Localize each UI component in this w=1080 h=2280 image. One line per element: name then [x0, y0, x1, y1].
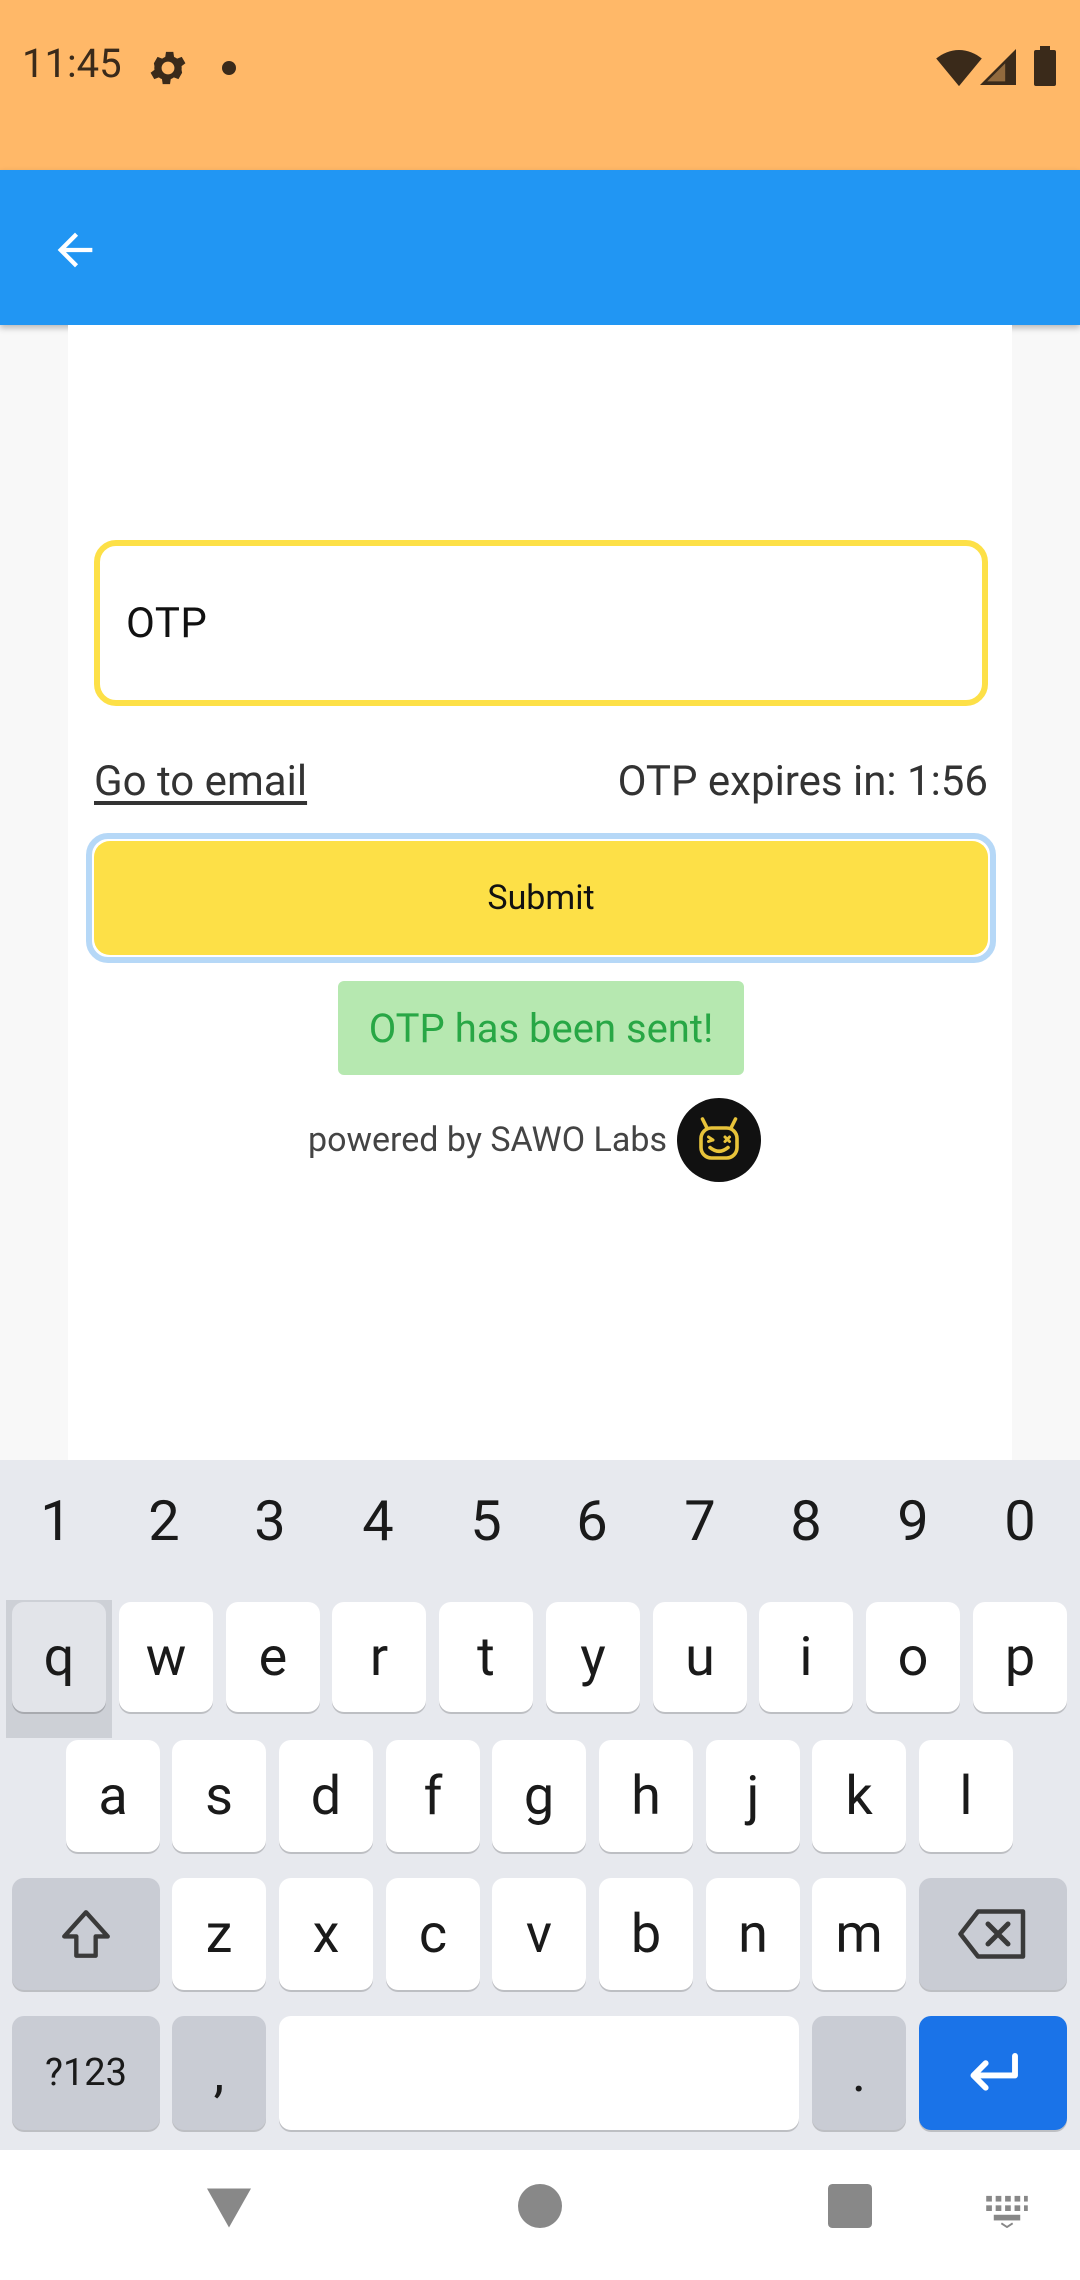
- otp-input-value: OTP: [126, 598, 208, 648]
- key-u[interactable]: u: [653, 1602, 747, 1712]
- shift-key[interactable]: [12, 1878, 160, 1990]
- submit-button-label: Submit: [487, 878, 595, 918]
- key-6[interactable]: 6: [542, 1488, 642, 1554]
- key-3[interactable]: 3: [220, 1488, 320, 1554]
- sawo-logo-icon: [677, 1098, 761, 1182]
- otp-expiry-timer: OTP expires in: 1:56: [617, 757, 988, 806]
- arrow-back-icon: [57, 232, 93, 268]
- key-z[interactable]: z: [172, 1878, 266, 1990]
- enter-arrow-icon: [970, 2052, 1018, 2091]
- key-i[interactable]: i: [759, 1602, 853, 1712]
- go-to-email-link[interactable]: Go to email: [94, 757, 307, 806]
- home-circle-icon[interactable]: [518, 2184, 562, 2228]
- wifi-icon: [936, 50, 982, 87]
- key-c[interactable]: c: [386, 1878, 480, 1990]
- key-a[interactable]: a: [66, 1740, 160, 1852]
- key-r[interactable]: r: [332, 1602, 426, 1712]
- recents-square-icon[interactable]: [828, 2184, 872, 2228]
- signal-icon: [980, 49, 1016, 85]
- key-h[interactable]: h: [599, 1740, 693, 1852]
- status-time: 11:45: [22, 40, 122, 87]
- powered-by-text: powered by SAWO Labs: [308, 1120, 667, 1160]
- otp-sent-toast: OTP has been sent!: [338, 981, 744, 1075]
- key-f[interactable]: f: [386, 1740, 480, 1852]
- key-2[interactable]: 2: [114, 1488, 214, 1554]
- keyboard-icon[interactable]: [984, 2194, 1030, 2228]
- key-t[interactable]: t: [439, 1602, 533, 1712]
- keyboard-number-row: 1 2 3 4 5 6 7 8 9 0: [0, 1460, 1080, 1592]
- key-b[interactable]: b: [599, 1878, 693, 1990]
- key-p[interactable]: p: [973, 1602, 1067, 1712]
- notification-dot-icon: [222, 61, 236, 75]
- comma-key[interactable]: ,: [172, 2016, 266, 2130]
- submit-button[interactable]: Submit: [94, 841, 988, 955]
- settings-icon: [150, 51, 186, 85]
- key-e[interactable]: e: [226, 1602, 320, 1712]
- key-m[interactable]: m: [812, 1878, 906, 1990]
- powered-by-row: powered by SAWO Labs: [308, 1095, 761, 1185]
- space-key[interactable]: [279, 2016, 799, 2130]
- key-l[interactable]: l: [919, 1740, 1013, 1852]
- back-button[interactable]: [40, 215, 110, 285]
- key-s[interactable]: s: [172, 1740, 266, 1852]
- key-n[interactable]: n: [706, 1878, 800, 1990]
- enter-key[interactable]: [919, 2016, 1067, 2130]
- key-x[interactable]: x: [279, 1878, 373, 1990]
- key-g[interactable]: g: [492, 1740, 586, 1852]
- key-5[interactable]: 5: [436, 1488, 536, 1554]
- backspace-icon: [958, 1909, 1026, 1959]
- key-8[interactable]: 8: [756, 1488, 856, 1554]
- symbols-key[interactable]: ?123: [12, 2016, 160, 2130]
- key-j[interactable]: j: [706, 1740, 800, 1852]
- key-4[interactable]: 4: [328, 1488, 428, 1554]
- key-y[interactable]: y: [546, 1602, 640, 1712]
- key-9[interactable]: 9: [863, 1488, 963, 1554]
- key-7[interactable]: 7: [650, 1488, 750, 1554]
- key-d[interactable]: d: [279, 1740, 373, 1852]
- period-key[interactable]: .: [812, 2016, 906, 2130]
- key-k[interactable]: k: [812, 1740, 906, 1852]
- status-bar: 11:45: [0, 0, 1080, 170]
- battery-icon: [1034, 46, 1056, 86]
- toast-text: OTP has been sent!: [368, 1004, 714, 1052]
- app-bar: [0, 170, 1080, 325]
- shift-arrow-icon: [62, 1910, 110, 1958]
- key-1[interactable]: 1: [6, 1488, 106, 1554]
- key-w[interactable]: w: [119, 1602, 213, 1712]
- key-q[interactable]: q: [12, 1602, 106, 1712]
- otp-input[interactable]: OTP: [94, 540, 988, 706]
- system-nav-bar: [0, 2150, 1080, 2280]
- key-o[interactable]: o: [866, 1602, 960, 1712]
- soft-keyboard: 1 2 3 4 5 6 7 8 9 0 q w e r t y u i o p …: [0, 1460, 1080, 2150]
- backspace-key[interactable]: [919, 1878, 1067, 1990]
- login-card: OTP Go to email OTP expires in: 1:56 Sub…: [68, 325, 1012, 1460]
- back-triangle-icon[interactable]: [204, 2186, 254, 2230]
- key-v[interactable]: v: [492, 1878, 586, 1990]
- key-0[interactable]: 0: [970, 1488, 1070, 1554]
